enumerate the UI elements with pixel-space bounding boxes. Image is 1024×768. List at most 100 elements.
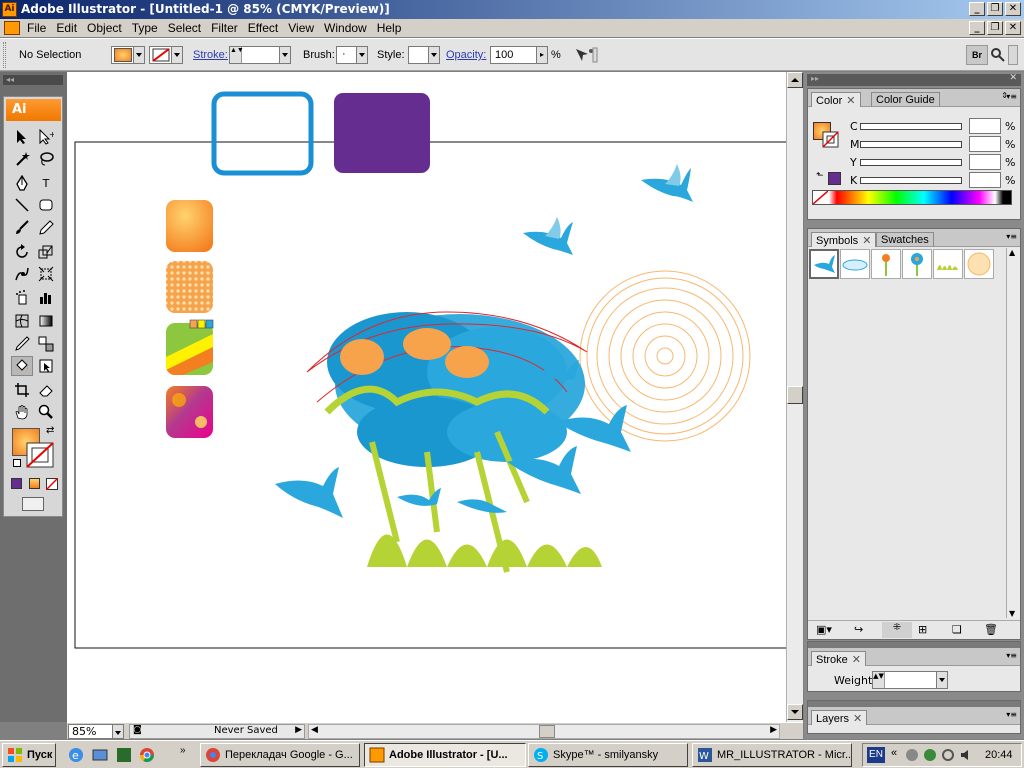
- menu-filter[interactable]: Filter: [206, 21, 243, 35]
- mesh-tool-icon[interactable]: [11, 311, 33, 331]
- lasso-tool-icon[interactable]: [35, 149, 57, 169]
- style-dropdown[interactable]: [408, 46, 440, 64]
- bridge-button[interactable]: Br: [966, 45, 988, 65]
- line-tool-icon[interactable]: [11, 195, 33, 215]
- slider-k[interactable]: [860, 177, 962, 184]
- menu-select[interactable]: Select: [163, 21, 206, 35]
- tray-sync-icon[interactable]: [941, 748, 955, 762]
- h-scroll-thumb[interactable]: [539, 725, 555, 738]
- value-m[interactable]: [969, 136, 1001, 152]
- artwork[interactable]: [67, 72, 788, 722]
- swap-fill-stroke-icon[interactable]: ⇄: [46, 425, 54, 436]
- illustrator-quicklaunch-icon[interactable]: [116, 747, 132, 763]
- symbol-options-icon[interactable]: ⊞: [918, 623, 927, 636]
- live-paint-selection-tool-icon[interactable]: [35, 356, 57, 376]
- scale-tool-icon[interactable]: [35, 242, 57, 262]
- symbol-blue-flower[interactable]: [902, 249, 932, 279]
- document-canvas[interactable]: [67, 72, 788, 722]
- tab-layers[interactable]: Layers ✕: [811, 710, 868, 725]
- value-c[interactable]: [969, 118, 1001, 134]
- striped-swatch[interactable]: [166, 319, 214, 382]
- screen-mode-icon[interactable]: [22, 497, 44, 511]
- symbols-menu-icon[interactable]: ▾≡: [1006, 232, 1017, 241]
- doc-close-button[interactable]: ✕: [1005, 21, 1021, 35]
- rectangle-tool-icon[interactable]: [35, 195, 57, 215]
- status-field[interactable]: ◙ Never Saved ▶: [129, 724, 305, 739]
- blend-tool-icon[interactable]: [35, 334, 57, 354]
- opacity-label[interactable]: Opacity:: [446, 49, 486, 61]
- show-desktop-icon[interactable]: [92, 747, 108, 763]
- tray-expand-icon[interactable]: «: [891, 747, 897, 759]
- menu-view[interactable]: View: [283, 21, 319, 35]
- slider-m[interactable]: [860, 141, 962, 148]
- purple-rect[interactable]: [334, 93, 430, 173]
- weight-field[interactable]: ▲▼: [872, 671, 948, 689]
- chrome-quicklaunch-icon[interactable]: [139, 747, 155, 763]
- layers-menu-icon[interactable]: ▾≡: [1006, 710, 1017, 719]
- bird-top-right[interactable]: [641, 164, 693, 202]
- value-y[interactable]: [969, 154, 1001, 170]
- language-indicator[interactable]: EN: [867, 747, 885, 763]
- magnifier-icon[interactable]: [990, 47, 1006, 63]
- menu-object[interactable]: Object: [82, 21, 127, 35]
- warp-tool-icon[interactable]: [11, 264, 33, 284]
- menu-edit[interactable]: Edit: [51, 21, 82, 35]
- quicklaunch-overflow-icon[interactable]: »: [180, 745, 186, 756]
- zoom-dropdown[interactable]: 85%: [68, 724, 124, 739]
- restore-button[interactable]: ❐: [987, 2, 1003, 16]
- hand-tool-icon[interactable]: [11, 402, 33, 422]
- out-of-gamut-icon[interactable]: ⬑: [816, 171, 824, 181]
- orange-dots-swatch[interactable]: [166, 261, 213, 313]
- ie-icon[interactable]: e: [68, 747, 84, 763]
- last-color-swatch[interactable]: [828, 172, 841, 185]
- color-spectrum[interactable]: [812, 190, 1012, 205]
- scroll-left-icon[interactable]: ◀: [311, 725, 318, 735]
- stroke-color-box[interactable]: [26, 442, 56, 470]
- pencil-tool-icon[interactable]: [35, 217, 57, 237]
- zoom-tool-icon[interactable]: [35, 402, 57, 422]
- slider-y[interactable]: [860, 159, 962, 166]
- tab-color-guide[interactable]: Color Guide: [871, 92, 940, 107]
- stepper-icon[interactable]: ▲▼: [230, 47, 244, 63]
- color-mode-icon[interactable]: [11, 478, 22, 489]
- symbol-grass[interactable]: [933, 249, 963, 279]
- gradient-tool-icon[interactable]: [35, 311, 57, 331]
- control-bar-menu-button[interactable]: [1008, 45, 1018, 65]
- place-symbol-icon[interactable]: ↪: [854, 623, 863, 636]
- symbol-cloud[interactable]: [840, 249, 870, 279]
- menu-type[interactable]: Type: [127, 21, 163, 35]
- orange-gradient-swatch[interactable]: [166, 200, 213, 252]
- grip[interactable]: [3, 42, 6, 68]
- free-transform-tool-icon[interactable]: [35, 264, 57, 284]
- minimize-button[interactable]: _: [969, 2, 985, 16]
- isolate-icon[interactable]: [572, 46, 598, 64]
- column-graph-tool-icon[interactable]: [35, 287, 57, 307]
- tab-stroke[interactable]: Stroke ✕: [811, 651, 867, 666]
- symbols-scrollbar[interactable]: ▲ ▼: [1006, 248, 1020, 618]
- scroll-right-icon[interactable]: ▶: [770, 725, 777, 735]
- tray-security-icon[interactable]: [923, 748, 937, 762]
- bird-top-middle[interactable]: [523, 217, 573, 255]
- close-button[interactable]: ✕: [1005, 2, 1021, 16]
- default-colors-icon[interactable]: [13, 459, 21, 467]
- taskbar-item-skype[interactable]: S Skype™ - smilyansky: [528, 743, 688, 767]
- stroke-menu-icon[interactable]: ▾≡: [1006, 651, 1017, 660]
- tab-swatches[interactable]: Swatches: [876, 232, 934, 247]
- paintbrush-tool-icon[interactable]: [11, 217, 33, 237]
- horizontal-scrollbar[interactable]: ◀ ▶: [308, 724, 780, 739]
- scroll-down-button[interactable]: [787, 704, 803, 720]
- selection-tool-icon[interactable]: [11, 127, 33, 147]
- panel-menu-icon[interactable]: ▾≡: [1006, 92, 1017, 101]
- flower-cluster[interactable]: [275, 311, 631, 573]
- document-icon[interactable]: [4, 21, 20, 35]
- tab-color[interactable]: Color ✕: [811, 92, 861, 107]
- stroke-weight-field[interactable]: ▲▼: [229, 46, 291, 64]
- volume-icon[interactable]: [959, 748, 973, 762]
- stroke-dropdown[interactable]: [149, 46, 183, 64]
- scroll-thumb[interactable]: [787, 386, 803, 404]
- symbol-flower[interactable]: [871, 249, 901, 279]
- vertical-scrollbar[interactable]: [786, 72, 803, 722]
- gradient-mode-icon[interactable]: [29, 478, 40, 489]
- menu-help[interactable]: Help: [372, 21, 407, 35]
- scroll-up-button[interactable]: [787, 72, 803, 88]
